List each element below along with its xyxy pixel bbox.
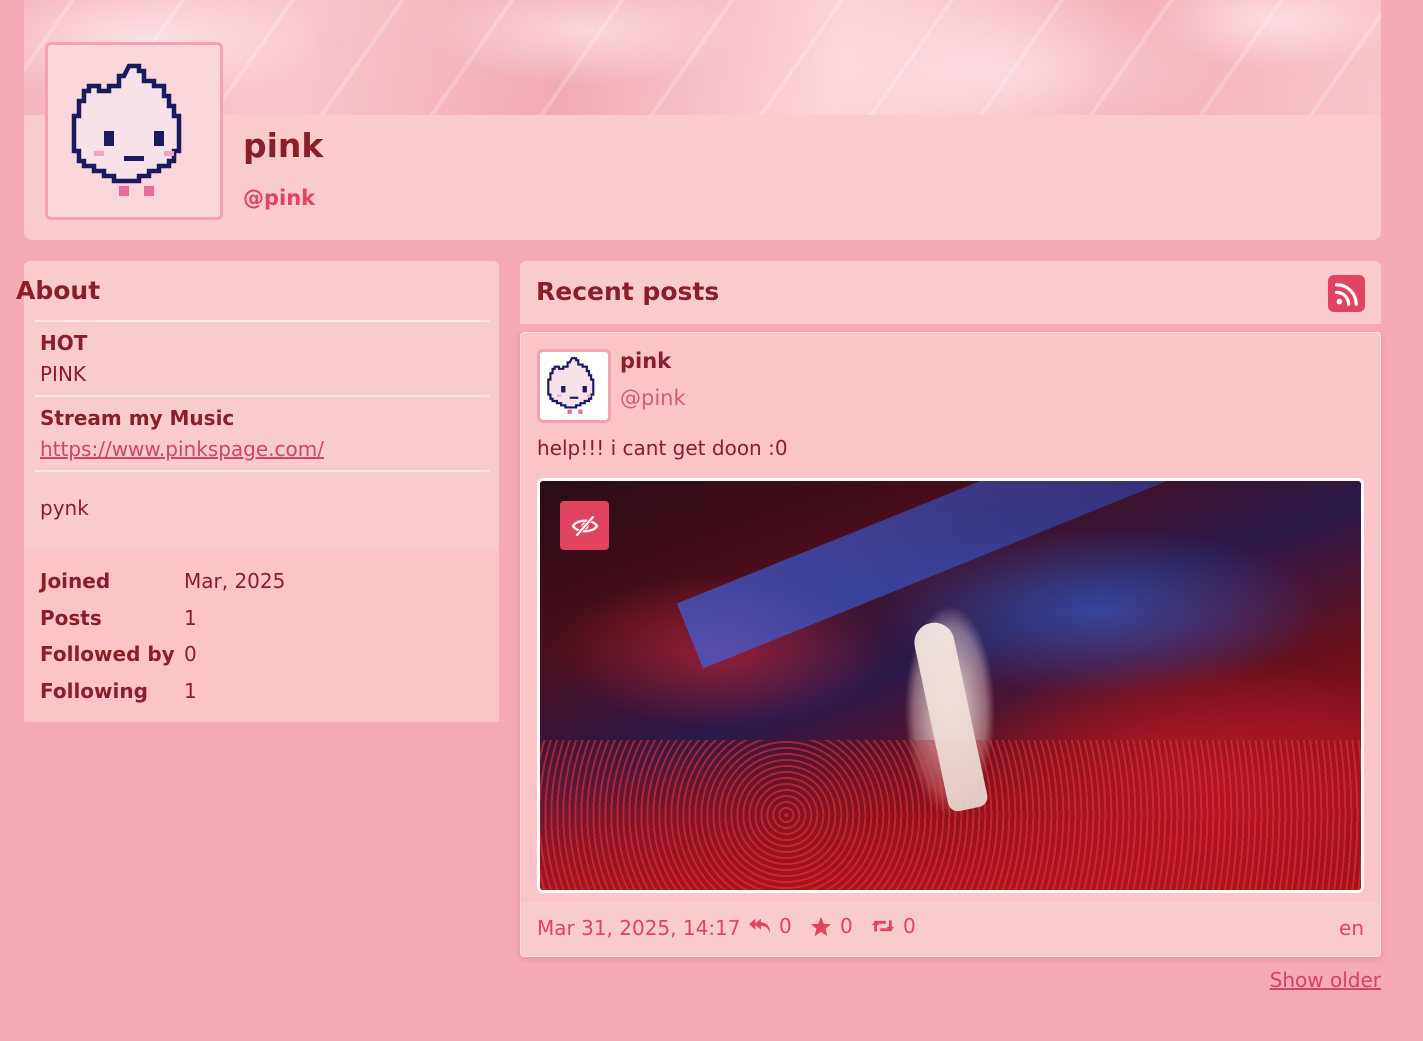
favourite-count: 0 bbox=[840, 914, 853, 938]
stat-value-following: 1 bbox=[184, 679, 197, 703]
about-title: About bbox=[16, 276, 101, 305]
post-content: help!!! i cant get doon :0 bbox=[537, 436, 788, 460]
stat-value-joined: Mar, 2025 bbox=[184, 569, 286, 593]
post-timestamp[interactable]: Mar 31, 2025, 14:17 bbox=[537, 916, 741, 940]
pixel-mascot-icon bbox=[547, 357, 595, 414]
profile-handle: @pink bbox=[243, 186, 316, 210]
reply-all-icon bbox=[749, 918, 771, 934]
profile-header: pink @pink bbox=[24, 0, 1381, 240]
star-icon bbox=[810, 916, 832, 936]
post-author-name[interactable]: pink bbox=[620, 349, 671, 373]
stat-value-posts: 1 bbox=[184, 606, 197, 630]
retweet-icon bbox=[871, 920, 895, 932]
hide-media-button[interactable] bbox=[560, 501, 609, 550]
status-post[interactable]: pink @pink help!!! i cant get doon :0 Ma… bbox=[520, 332, 1381, 957]
stat-label-posts: Posts bbox=[40, 606, 102, 630]
recent-posts-header: Recent posts bbox=[520, 261, 1381, 324]
post-author-handle[interactable]: @pink bbox=[620, 386, 686, 410]
favourite-button[interactable]: 0 bbox=[810, 914, 853, 938]
rss-icon bbox=[1334, 282, 1358, 306]
post-author-avatar[interactable] bbox=[537, 349, 611, 423]
post-language: en bbox=[1339, 916, 1364, 940]
stat-value-followed-by: 0 bbox=[184, 642, 197, 666]
boost-count: 0 bbox=[903, 914, 916, 938]
divider bbox=[35, 320, 489, 322]
post-footer: Mar 31, 2025, 14:17 0 0 0 en bbox=[521, 902, 1380, 956]
profile-avatar[interactable] bbox=[45, 42, 223, 220]
divider bbox=[35, 470, 489, 472]
stat-label-following: Following bbox=[40, 679, 148, 703]
divider bbox=[35, 395, 489, 397]
boost-button[interactable]: 0 bbox=[871, 914, 916, 938]
recent-posts-title: Recent posts bbox=[536, 277, 720, 306]
stat-label-followed-by: Followed by bbox=[40, 642, 175, 666]
profile-display-name: pink bbox=[243, 126, 324, 165]
reply-count: 0 bbox=[779, 914, 792, 938]
show-older-link[interactable]: Show older bbox=[1270, 968, 1381, 992]
field-value-hot: PINK bbox=[40, 362, 87, 386]
post-media-image[interactable] bbox=[537, 478, 1364, 893]
field-name-hot: HOT bbox=[40, 331, 88, 355]
reply-button[interactable]: 0 bbox=[749, 914, 792, 938]
rss-feed-button[interactable] bbox=[1328, 275, 1365, 312]
profile-banner bbox=[24, 0, 1381, 115]
field-link-website[interactable]: https://www.pinkspage.com/ bbox=[40, 437, 324, 461]
pixel-mascot-icon bbox=[71, 63, 182, 196]
profile-bio: pynk bbox=[40, 496, 89, 520]
field-name-stream: Stream my Music bbox=[40, 406, 235, 430]
stat-label-joined: Joined bbox=[40, 569, 111, 593]
eye-slash-icon bbox=[571, 515, 598, 536]
